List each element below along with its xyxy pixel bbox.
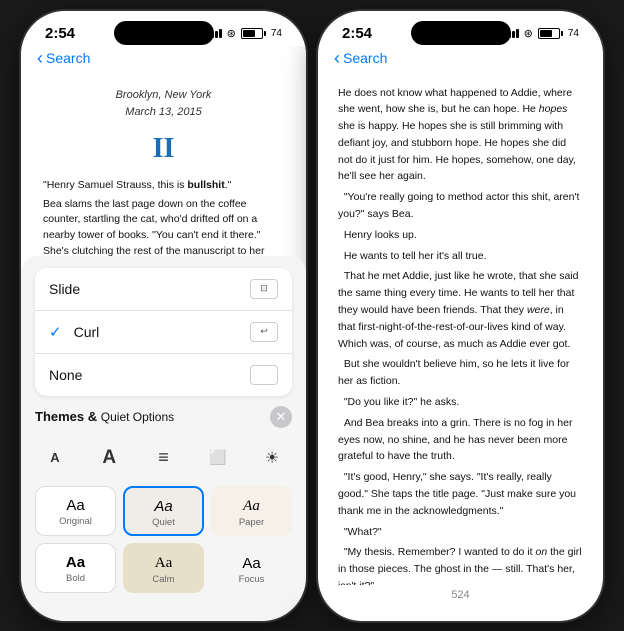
none-label: None: [49, 367, 82, 383]
theme-original-label: Aa: [66, 497, 84, 514]
slide-option-icon: Slide: [49, 281, 80, 297]
themes-section-label: Themes & Quiet Options: [35, 409, 174, 424]
left-back-button[interactable]: ‹ Search: [37, 48, 90, 69]
left-status-time: 2:54: [45, 25, 75, 42]
wifi-icon: ⊛: [227, 27, 236, 40]
right-status-bar: 2:54 ⊛ 74: [318, 11, 603, 46]
battery-fill: [243, 30, 256, 37]
right-para-4: He wants to tell her it's all true.: [338, 248, 583, 265]
left-nav-bar: ‹ Search: [21, 46, 306, 75]
curl-label: Curl: [74, 324, 100, 340]
right-status-time: 2:54: [342, 25, 372, 42]
theme-focus[interactable]: Aa Focus: [211, 543, 292, 593]
slide-badge: ⊡: [250, 279, 278, 299]
right-battery-body: [538, 28, 560, 39]
right-battery-level: 74: [568, 28, 579, 39]
theme-focus-label: Aa: [242, 555, 260, 572]
right-battery-fill: [540, 30, 553, 37]
reading-toolbar: A A ≡ ⬜ ☀: [35, 436, 292, 478]
theme-quiet-label: Aa: [154, 498, 172, 515]
themes-header: Themes & Quiet Options ✕: [35, 406, 292, 428]
right-wifi-icon: ⊛: [524, 27, 533, 40]
right-status-icons: ⊛ 74: [504, 27, 579, 40]
theme-paper-label: Aa: [243, 498, 260, 515]
theme-original-name: Original: [59, 516, 92, 527]
right-back-button[interactable]: ‹ Search: [334, 48, 387, 69]
brightness-button[interactable]: ☀: [254, 440, 290, 476]
theme-paper[interactable]: Aa Paper: [211, 486, 292, 536]
curl-option-icon: ✓ Curl: [49, 323, 99, 341]
slide-options-menu: Slide ⊡ ✓ Curl ↩ None: [35, 268, 292, 396]
right-phone: 2:54 ⊛ 74: [318, 11, 603, 621]
back-label: Search: [46, 50, 90, 66]
theme-original[interactable]: Aa Original: [35, 486, 116, 536]
page-layout-button[interactable]: ⬜: [200, 440, 236, 476]
curl-badge: ↩: [250, 322, 278, 342]
right-nav-bar: ‹ Search: [318, 46, 603, 75]
right-battery-tip: [561, 31, 563, 36]
left-dynamic-island: [114, 21, 214, 45]
right-para-9: "It's good, Henry," she says. "It's real…: [338, 469, 583, 519]
theme-paper-name: Paper: [239, 517, 264, 528]
font-increase-button[interactable]: A: [91, 440, 127, 476]
para-1: "Henry Samuel Strauss, this is bullshit.…: [43, 178, 284, 194]
right-para-10: "What?": [338, 524, 583, 541]
right-back-label: Search: [343, 50, 387, 66]
right-reading-content: He does not know what happened to Addie,…: [318, 75, 603, 585]
back-arrow-icon: ‹: [37, 48, 43, 69]
text-options-button[interactable]: ≡: [146, 440, 182, 476]
right-para-11: "My thesis. Remember? I wanted to do it …: [338, 544, 583, 584]
phones-container: 2:54 ⊛ 74: [21, 11, 603, 621]
right-para-1: He does not know what happened to Addie,…: [338, 85, 583, 186]
none-badge: [250, 365, 278, 385]
theme-bold-label: Aa: [66, 554, 85, 571]
battery-level: 74: [271, 28, 282, 39]
slide-panel: Slide ⊡ ✓ Curl ↩ None: [21, 256, 306, 621]
right-para-8: And Bea breaks into a grin. There is no …: [338, 415, 583, 465]
right-para-7: "Do you like it?" he asks.: [338, 394, 583, 411]
left-status-icons: ⊛ 74: [207, 27, 282, 40]
slide-option-none[interactable]: None: [35, 354, 292, 396]
check-icon: ✓: [49, 323, 62, 341]
theme-calm[interactable]: Aa Calm: [123, 543, 204, 593]
theme-calm-name: Calm: [152, 574, 174, 585]
page-number: 524: [318, 585, 603, 605]
theme-quiet[interactable]: Aa Quiet: [123, 486, 204, 536]
theme-bold[interactable]: Aa Bold: [35, 543, 116, 593]
right-para-2: "You're really going to method actor thi…: [338, 189, 583, 223]
font-decrease-button[interactable]: A: [37, 440, 73, 476]
battery-tip: [264, 31, 266, 36]
left-phone: 2:54 ⊛ 74: [21, 11, 306, 621]
themes-grid: Aa Original Aa Quiet Aa Paper Aa Bold Aa: [35, 486, 292, 593]
right-back-arrow-icon: ‹: [334, 48, 340, 69]
book-location: Brooklyn, New York March 13, 2015: [43, 87, 284, 121]
right-para-3: Henry looks up.: [338, 227, 583, 244]
right-dynamic-island: [411, 21, 511, 45]
right-para-6: But she wouldn't believe him, so he lets…: [338, 356, 583, 390]
left-status-bar: 2:54 ⊛ 74: [21, 11, 306, 46]
right-para-5: That he met Addie, just like he wrote, t…: [338, 268, 583, 352]
chapter-number: II: [43, 127, 284, 170]
theme-quiet-name: Quiet: [152, 517, 175, 528]
theme-focus-name: Focus: [239, 574, 265, 585]
slide-option-curl[interactable]: ✓ Curl ↩: [35, 311, 292, 354]
right-battery-icon: [538, 28, 563, 39]
theme-calm-label: Aa: [155, 555, 173, 572]
battery-icon: [241, 28, 266, 39]
close-button[interactable]: ✕: [270, 406, 292, 428]
slide-label: Slide: [49, 281, 80, 297]
theme-bold-name: Bold: [66, 573, 85, 584]
battery-body: [241, 28, 263, 39]
slide-option-slide[interactable]: Slide ⊡: [35, 268, 292, 311]
none-option-icon: None: [49, 367, 82, 383]
